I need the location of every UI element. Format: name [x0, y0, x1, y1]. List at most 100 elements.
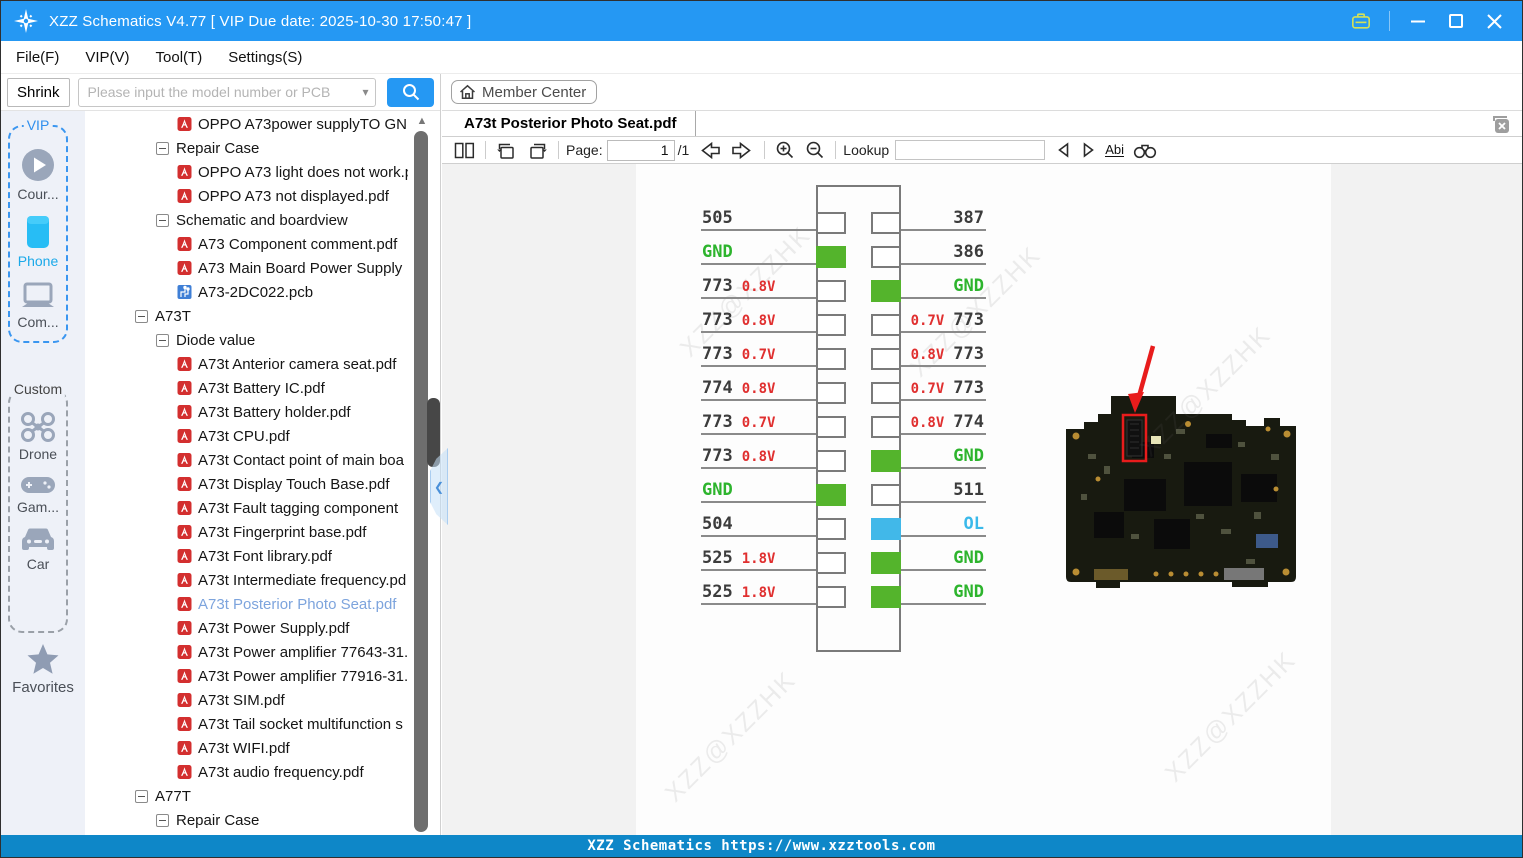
pdf-file-icon — [177, 404, 192, 420]
close-all-tabs-button[interactable] — [1491, 115, 1511, 134]
tree-item[interactable]: A73t Posterior Photo Seat.pdf — [85, 592, 408, 616]
tab-active[interactable]: A73t Posterior Photo Seat.pdf — [442, 111, 696, 136]
close-button[interactable] — [1484, 11, 1504, 31]
two-page-view-button[interactable] — [451, 139, 478, 161]
tree-scrollbar-track[interactable] — [414, 131, 428, 832]
previous-page-button[interactable] — [695, 139, 724, 161]
tree-item-label: A73t Tail socket multifunction s — [198, 715, 403, 733]
sidebar-item-game[interactable]: Gam... — [17, 474, 59, 515]
tree-node[interactable]: A73T — [85, 304, 408, 328]
pin-lead-line — [701, 263, 816, 265]
tree-item[interactable]: OPPO A73power supplyTO GND — [85, 112, 408, 136]
tree-node[interactable]: Repair Case — [85, 808, 408, 832]
pin-pad — [816, 518, 846, 540]
watermark: XZZ@XZZHK — [1159, 645, 1302, 788]
zoom-out-button[interactable] — [802, 139, 828, 161]
sidebar-item-computer[interactable]: Com... — [17, 281, 59, 330]
collapse-icon[interactable] — [156, 213, 169, 227]
menu-item-filef[interactable]: File(F) — [16, 49, 59, 66]
minimize-button[interactable] — [1408, 11, 1428, 31]
pin-label: 525 1.8V — [702, 582, 776, 602]
rotate-right-button[interactable] — [524, 139, 551, 161]
tree-item[interactable]: A73-2DC022.pcb — [85, 280, 408, 304]
tree-item[interactable]: A73t Power amplifier 77643-31. — [85, 640, 408, 664]
lookup-input[interactable] — [895, 140, 1046, 160]
tree-node[interactable]: Diode value — [85, 328, 408, 352]
collapse-icon[interactable] — [156, 813, 169, 827]
pdf-file-icon — [177, 764, 192, 780]
collapse-icon[interactable] — [135, 789, 148, 803]
model-search-input[interactable] — [78, 84, 349, 100]
status-text: XZZ Schematics https://www.xzztools.com — [587, 838, 936, 854]
tree-item[interactable]: A73t Power amplifier 77916-31. — [85, 664, 408, 688]
tree-node[interactable]: A77T — [85, 784, 408, 808]
tree-item[interactable]: A73 Component comment.pdf — [85, 232, 408, 256]
tree-item-label: A73t CPU.pdf — [198, 427, 290, 445]
member-center-button[interactable]: Member Center — [451, 80, 598, 104]
tree-item[interactable]: A73t Battery holder.pdf — [85, 400, 408, 424]
tree-node[interactable]: Repair Case — [85, 136, 408, 160]
menu-item-settingss[interactable]: Settings(S) — [228, 49, 302, 66]
collapse-icon[interactable] — [156, 333, 169, 347]
pcb-photo — [1066, 345, 1296, 588]
match-case-button[interactable]: Abi — [1105, 143, 1125, 157]
tree-item[interactable]: A73t WIFI.pdf — [85, 736, 408, 760]
next-page-button[interactable] — [728, 139, 757, 161]
maximize-button[interactable] — [1446, 11, 1466, 31]
pin-label: GND — [702, 480, 733, 500]
tree-item[interactable]: A73t Font library.pdf — [85, 544, 408, 568]
search-button[interactable] — [387, 77, 434, 107]
pdf-page: XZZ@XZZHK XZZ@XZZHK XZZ@XZZHK XZZ@XZZHK XZZ@… — [636, 164, 1331, 835]
tree-item[interactable]: A73t Anterior camera seat.pdf — [85, 352, 408, 376]
tree-scrollbar-thumb[interactable] — [427, 398, 440, 467]
sidebar-item-car[interactable]: Car — [17, 527, 59, 572]
pdf-file-icon — [177, 428, 192, 444]
page-number-input[interactable] — [606, 139, 675, 161]
sidebar-item-favorites[interactable]: Favorites — [1, 643, 85, 696]
status-bar: XZZ Schematics https://www.xzztools.com — [1, 835, 1522, 857]
menu-item-vipv[interactable]: VIP(V) — [85, 49, 129, 66]
license-button[interactable] — [1351, 11, 1371, 31]
sidebar-item-phone[interactable]: Phone — [17, 214, 58, 269]
scroll-up-icon[interactable]: ▲ — [413, 112, 431, 129]
find-previous-button[interactable] — [1053, 139, 1074, 161]
custom-group-label: Custom — [10, 381, 66, 397]
tree-item[interactable]: OPPO A73 not displayed.pdf — [85, 184, 408, 208]
tree-item[interactable]: OPPO A73 light does not work.p — [85, 160, 408, 184]
tree-item[interactable]: A73t Display Touch Base.pdf — [85, 472, 408, 496]
chevron-down-icon[interactable]: ▾ — [362, 85, 368, 99]
tree-node[interactable]: Schematic and boardview — [85, 208, 408, 232]
collapse-icon[interactable] — [135, 309, 148, 323]
tree-item-label: Diode value — [176, 331, 256, 349]
shrink-button[interactable]: Shrink — [7, 77, 70, 107]
tree-item[interactable]: A73t Battery IC.pdf — [85, 376, 408, 400]
titlebar-divider — [1389, 11, 1390, 31]
tree-item-label: A73t Battery IC.pdf — [198, 379, 325, 397]
menu-bar: File(F) VIP(V) Tool(T) Settings(S) — [1, 41, 1522, 74]
sidebar-item-drone[interactable]: Drone — [17, 411, 59, 462]
tree-item[interactable]: A73 Main Board Power Supply — [85, 256, 408, 280]
home-icon — [460, 84, 475, 99]
search-all-button[interactable] — [1130, 139, 1160, 161]
tree-item-label: A73t WIFI.pdf — [198, 739, 290, 757]
tree-item[interactable]: A73t Tail socket multifunction s — [85, 712, 408, 736]
star-icon — [27, 644, 59, 674]
pdf-file-icon — [177, 668, 192, 684]
tree-item-label: A73t Power amplifier 77643-31. — [198, 643, 408, 661]
tree-item[interactable]: A73t CPU.pdf — [85, 424, 408, 448]
tree-item[interactable]: A73t Intermediate frequency.pd — [85, 568, 408, 592]
app-logo-icon — [13, 8, 39, 34]
tree-item[interactable]: A73t Contact point of main boa — [85, 448, 408, 472]
zoom-in-button[interactable] — [772, 139, 798, 161]
find-next-button[interactable] — [1078, 139, 1099, 161]
rotate-left-button[interactable] — [493, 139, 520, 161]
tree-item[interactable]: A73t audio frequency.pdf — [85, 760, 408, 784]
tree-item[interactable]: A73t Fault tagging component — [85, 496, 408, 520]
tree-item[interactable]: A73t Power Supply.pdf — [85, 616, 408, 640]
tree-item[interactable]: A73t SIM.pdf — [85, 688, 408, 712]
tree-item[interactable]: A73t Fingerprint base.pdf — [85, 520, 408, 544]
menu-item-toolt[interactable]: Tool(T) — [156, 49, 203, 66]
collapse-icon[interactable] — [156, 141, 169, 155]
sidebar-item-course[interactable]: Cour... — [17, 147, 59, 202]
model-search-combo[interactable]: ▾ — [77, 77, 377, 107]
